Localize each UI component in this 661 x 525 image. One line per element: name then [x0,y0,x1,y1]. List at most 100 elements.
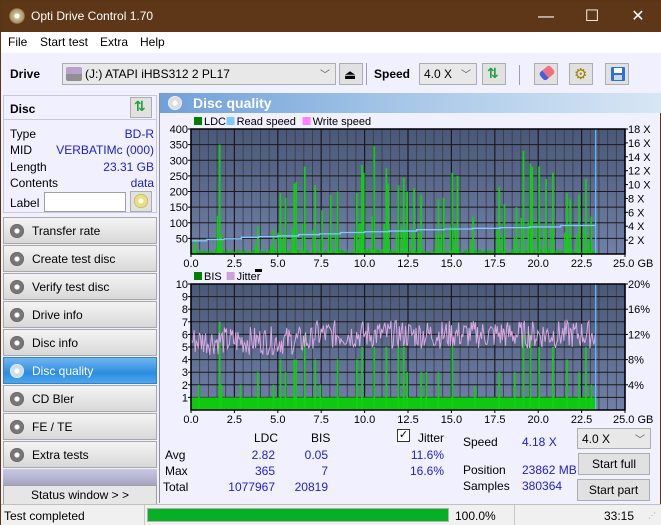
drive-icon [66,67,82,81]
nav-transfer-rate[interactable]: Transfer rate [3,217,157,244]
save-button[interactable] [605,63,629,85]
disc-refresh-button[interactable]: ⇅ [130,97,152,118]
nav-drive-info[interactable]: Drive info [3,301,157,328]
row-total-label: Total [163,480,189,494]
bis-peak [336,359,339,410]
disc-info-panel: Disc ⇅ Type BD-R MID VERBATIMc (000) Lengt… [3,95,157,213]
ldc-peak [295,182,297,254]
y-tick-label: 150 [170,202,188,214]
bis-peak [420,372,422,410]
ldc-peak [538,166,540,254]
x-tick-label: 0.0 [183,414,198,425]
nav-label: Disc quality [32,364,94,378]
ldc-bar [520,217,523,254]
bis-peak [565,359,568,410]
refresh-button[interactable]: ⇅ [482,63,506,85]
start-full-button[interactable]: Start full [578,453,650,475]
status-text: Test completed [4,509,85,523]
nav-disc-info[interactable]: Disc info [3,329,157,356]
refresh-icon: ⇅ [487,65,499,81]
y-tick-label: 6 [182,329,188,341]
nav-create-test-disc[interactable]: Create test disc [3,245,157,272]
disc-quality-icon [10,364,24,378]
minimize-button[interactable]: — [523,1,569,32]
ldc-bar [536,223,538,254]
ldc-bar [291,229,293,254]
ldc-peak [303,166,306,254]
y-tick-label: 350 [170,140,188,152]
status-divider [514,505,515,525]
y-tick-label: 400 [170,124,188,136]
eject-button[interactable]: ⏏ [339,63,363,85]
y-tick-label: 9 [182,292,188,304]
nav-cd-bler[interactable]: CD Bler [3,385,157,412]
menu-help[interactable]: Help [140,35,165,49]
nav-verify-test-disc[interactable]: Verify test disc [3,273,157,300]
status-bar: Test completed 100.0% 33:15 ⋰ [1,504,661,525]
ldc-peak [515,207,518,254]
bis-peak [314,359,317,410]
col-bis-header: BIS [311,431,331,445]
disc-value: 23.31 GB [103,160,154,174]
y-tick-label: 100 [170,218,188,230]
bis-peak [437,372,440,410]
menu-file[interactable]: File [8,35,27,49]
y2-tick-label: 8% [628,355,644,367]
test-speed-value: 4.0 X [582,432,611,446]
eject-icon: ⏏ [344,67,357,82]
drive-select[interactable]: (J:) ATAPI iHBS312 2 PL17 ﹀ [62,63,336,85]
disc-value: BD-R [124,127,154,141]
eraser-icon [538,64,556,82]
ldc-peak [522,150,525,254]
test-speed-select[interactable]: 4.0 X ﹀ [577,428,651,449]
legend-swatch [194,117,202,125]
start-part-button[interactable]: Start part [577,479,650,501]
legend-label: Read speed [237,116,296,128]
y2-tick-label: 12 X [628,166,651,178]
nav-extra-tests[interactable]: Extra tests [3,441,157,468]
settings-icon: ⚙ [574,66,588,83]
fe-te-icon [10,420,24,434]
chevron-down-icon: ﹀ [461,70,471,81]
nav-disc-quality[interactable]: Disc quality [3,357,157,384]
resize-grip-icon[interactable]: ⋰ [648,511,656,520]
ldc-peak [256,225,259,254]
row-avg-label: Avg [165,448,186,462]
y-tick-label: 4 [182,355,188,367]
bis-peak [473,386,476,410]
app-window: Opti Drive Control 1.70 — ☐ ✕ File Start… [0,0,661,525]
jitter-checkbox[interactable]: ✓ [397,429,410,442]
ldc-bar [543,227,545,254]
disc-info-icon [10,336,24,350]
nav-label: Verify test disc [32,280,110,294]
samples-value: 380364 [522,479,563,493]
ldc-peak [314,185,317,254]
speed-label: Speed [463,435,498,449]
erase-button[interactable] [534,63,558,85]
ldc-peak [413,188,416,254]
ldc-peak [406,191,409,254]
status-window-button[interactable]: Status window > > [3,485,157,505]
ldc-peak [552,172,554,254]
ldc-bar [411,231,413,254]
bis-jitter-chart: BIS Jitter 12345678910 4% 8% 12% 16% 20% 0.0 2.5 5… [176,269,653,425]
bis-peak [220,384,223,410]
x-tick-label: 7.5 [314,414,329,425]
ldc-bar [218,247,221,254]
close-button[interactable]: ✕ [615,1,661,32]
chevron-down-icon: ﹀ [635,435,645,446]
menu-start-test[interactable]: Start test [40,35,88,49]
settings-button[interactable]: ⚙ [569,63,593,85]
disc-label-button[interactable] [130,191,152,212]
menu-extra[interactable]: Extra [100,35,128,49]
speed-select[interactable]: 4.0 X ﹀ [419,63,477,85]
ldc-bar [371,216,373,254]
panel-title: Disc quality [193,95,272,111]
y-tick-label: 5 [182,342,188,354]
maximize-button[interactable]: ☐ [569,1,615,32]
ldc-bar [319,238,321,254]
ldc-bar [501,236,503,254]
nav-fe-te[interactable]: FE / TE [3,413,157,440]
disc-label-input[interactable] [44,192,126,212]
ldc-bar [588,240,590,254]
